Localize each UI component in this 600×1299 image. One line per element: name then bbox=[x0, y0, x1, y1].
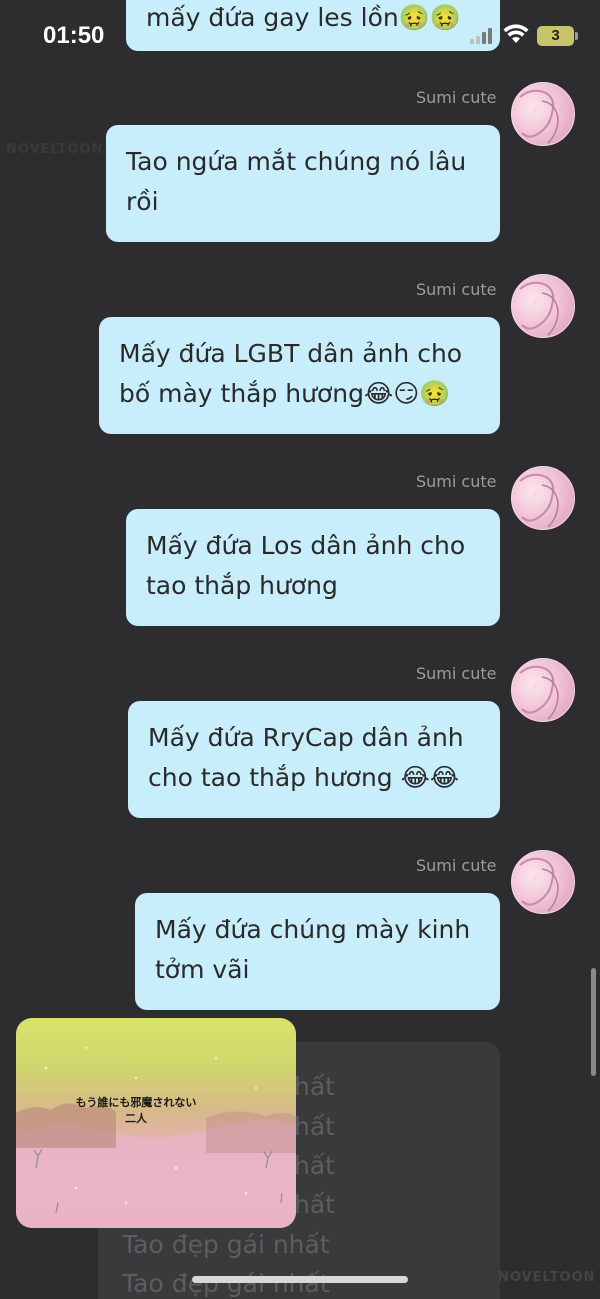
message-text: Mấy đứa chúng mày kinh tởm vãi bbox=[155, 915, 471, 984]
status-time: 01:50 bbox=[43, 22, 105, 49]
avatar[interactable] bbox=[511, 274, 575, 338]
battery-level: 3 bbox=[551, 27, 560, 44]
sender-name: Sumi cute bbox=[416, 88, 497, 107]
obscured-line: Tao đẹp gái nhất bbox=[122, 1230, 330, 1259]
message-bubble[interactable]: Tao ngứa mắt chúng nó lâu rồi bbox=[106, 125, 500, 242]
avatar[interactable] bbox=[511, 850, 575, 914]
avatar[interactable] bbox=[511, 466, 575, 530]
avatar[interactable] bbox=[511, 658, 575, 722]
sender-name: Sumi cute bbox=[416, 856, 497, 875]
cellular-signal-icon bbox=[470, 28, 492, 44]
home-indicator[interactable] bbox=[192, 1276, 408, 1283]
obscured-line: hất bbox=[294, 1190, 335, 1219]
avatar-illustration-icon bbox=[519, 281, 559, 336]
message-text: Mấy đứa LGBT dân ảnh cho bố mày thắp hươ… bbox=[119, 339, 463, 408]
message-text: Mấy đứa RryCap dân ảnh cho tao thắp hươn… bbox=[148, 723, 464, 792]
sender-name: Sumi cute bbox=[416, 280, 497, 299]
watermark: NOVELTOON bbox=[498, 1270, 596, 1285]
message-bubble[interactable]: Mấy đứa RryCap dân ảnh cho tao thắp hươn… bbox=[128, 701, 500, 818]
video-caption: 二人 bbox=[125, 1112, 147, 1125]
avatar-illustration-icon bbox=[519, 89, 559, 144]
obscured-line: hất bbox=[294, 1072, 335, 1101]
sender-name: Sumi cute bbox=[416, 664, 497, 683]
message-bubble[interactable]: Mấy đứa Los dân ảnh cho tao thắp hương bbox=[126, 509, 500, 626]
avatar[interactable] bbox=[511, 82, 575, 146]
video-overlay[interactable]: もう誰にも邪魔されない 二人 bbox=[16, 1018, 296, 1228]
message-text: Tao ngứa mắt chúng nó lâu rồi bbox=[126, 147, 467, 216]
watermark: NOVELTOON bbox=[6, 142, 104, 157]
avatar-illustration-icon bbox=[519, 665, 559, 720]
wifi-icon bbox=[503, 24, 529, 43]
obscured-line: hất bbox=[294, 1112, 335, 1141]
message-text: Mấy đứa Los dân ảnh cho tao thắp hương bbox=[146, 531, 466, 600]
avatar-illustration-icon bbox=[519, 857, 559, 912]
sender-name: Sumi cute bbox=[416, 472, 497, 491]
battery-tip bbox=[575, 32, 578, 40]
obscured-line: hất bbox=[294, 1151, 335, 1180]
message-bubble[interactable]: Mấy đứa LGBT dân ảnh cho bố mày thắp hươ… bbox=[99, 317, 500, 434]
battery-icon: 3 bbox=[537, 26, 574, 46]
status-bar: 01:50 3 bbox=[0, 0, 600, 72]
avatar-illustration-icon bbox=[519, 473, 559, 528]
scrollbar[interactable] bbox=[591, 968, 596, 1076]
message-bubble[interactable]: Mấy đứa chúng mày kinh tởm vãi bbox=[135, 893, 500, 1010]
video-caption: もう誰にも邪魔されない bbox=[75, 1096, 197, 1109]
